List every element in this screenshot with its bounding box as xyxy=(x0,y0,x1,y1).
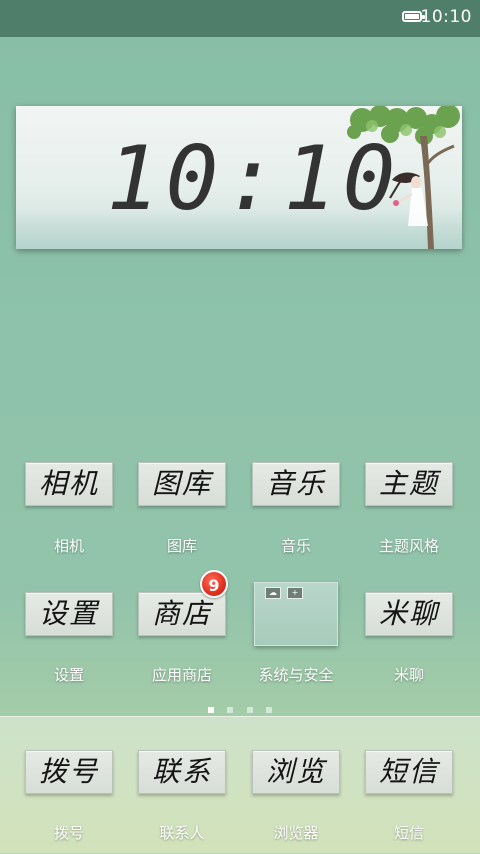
messages-app-label: 短信 xyxy=(393,824,424,842)
system-security-folder-label: 系统与安全 xyxy=(258,666,334,684)
dialer-icon: 拨号 xyxy=(38,755,99,788)
app-store-icon: 商店 xyxy=(151,597,212,630)
cloud-icon: ☁ xyxy=(265,587,281,599)
app-store-app-icon[interactable]: 商店 xyxy=(138,592,226,636)
messages-app-icon[interactable]: 短信 xyxy=(365,750,453,794)
browser-app-label: 浏览器 xyxy=(273,824,319,842)
clock-widget[interactable]: 10:10 xyxy=(16,106,462,249)
gallery-app-label: 图库 xyxy=(166,537,197,555)
music-icon: 音乐 xyxy=(265,467,326,500)
page-dot-4[interactable] xyxy=(265,707,272,713)
browser-icon: 浏览 xyxy=(265,755,326,788)
system-security-folder[interactable]: ☁ + xyxy=(254,582,338,646)
battery-full-icon xyxy=(402,11,425,22)
miliao-icon: 米聊 xyxy=(378,597,439,630)
browser-app-icon[interactable]: 浏览 xyxy=(252,750,340,794)
themes-icon: 主题 xyxy=(378,467,439,500)
page-indicator xyxy=(0,698,480,713)
contacts-icon: 联系 xyxy=(151,755,212,788)
miliao-app-icon[interactable]: 米聊 xyxy=(365,592,453,636)
page-dot-2[interactable] xyxy=(227,707,234,713)
shield-icon: + xyxy=(287,587,303,599)
themes-app-icon[interactable]: 主题 xyxy=(365,462,453,506)
page-dot-1[interactable] xyxy=(208,707,215,713)
dialer-app-icon[interactable]: 拨号 xyxy=(25,750,113,794)
music-app-label: 音乐 xyxy=(280,537,311,555)
page-dot-3[interactable] xyxy=(246,707,253,713)
camera-app-label: 相机 xyxy=(53,537,84,555)
status-time: 10:10 xyxy=(420,7,472,27)
gallery-icon: 图库 xyxy=(151,467,212,500)
themes-app-label: 主题风格 xyxy=(378,537,439,555)
contacts-app-icon[interactable]: 联系 xyxy=(138,750,226,794)
settings-icon: 设置 xyxy=(38,597,99,630)
music-app-icon[interactable]: 音乐 xyxy=(252,462,340,506)
camera-app-icon[interactable]: 相机 xyxy=(25,462,113,506)
notification-badge: 9 xyxy=(200,570,228,598)
messages-icon: 短信 xyxy=(378,755,439,788)
settings-app-label: 设置 xyxy=(53,666,84,684)
status-bar: 10:10 xyxy=(0,0,480,37)
miliao-app-label: 米聊 xyxy=(393,666,424,684)
app-store-app-label: 应用商店 xyxy=(151,666,212,684)
gallery-app-icon[interactable]: 图库 xyxy=(138,462,226,506)
camera-icon: 相机 xyxy=(38,467,99,500)
contacts-app-label: 联系人 xyxy=(159,824,205,842)
dialer-app-label: 拨号 xyxy=(53,824,84,842)
tree-girl-illustration xyxy=(347,106,460,249)
settings-app-icon[interactable]: 设置 xyxy=(25,592,113,636)
